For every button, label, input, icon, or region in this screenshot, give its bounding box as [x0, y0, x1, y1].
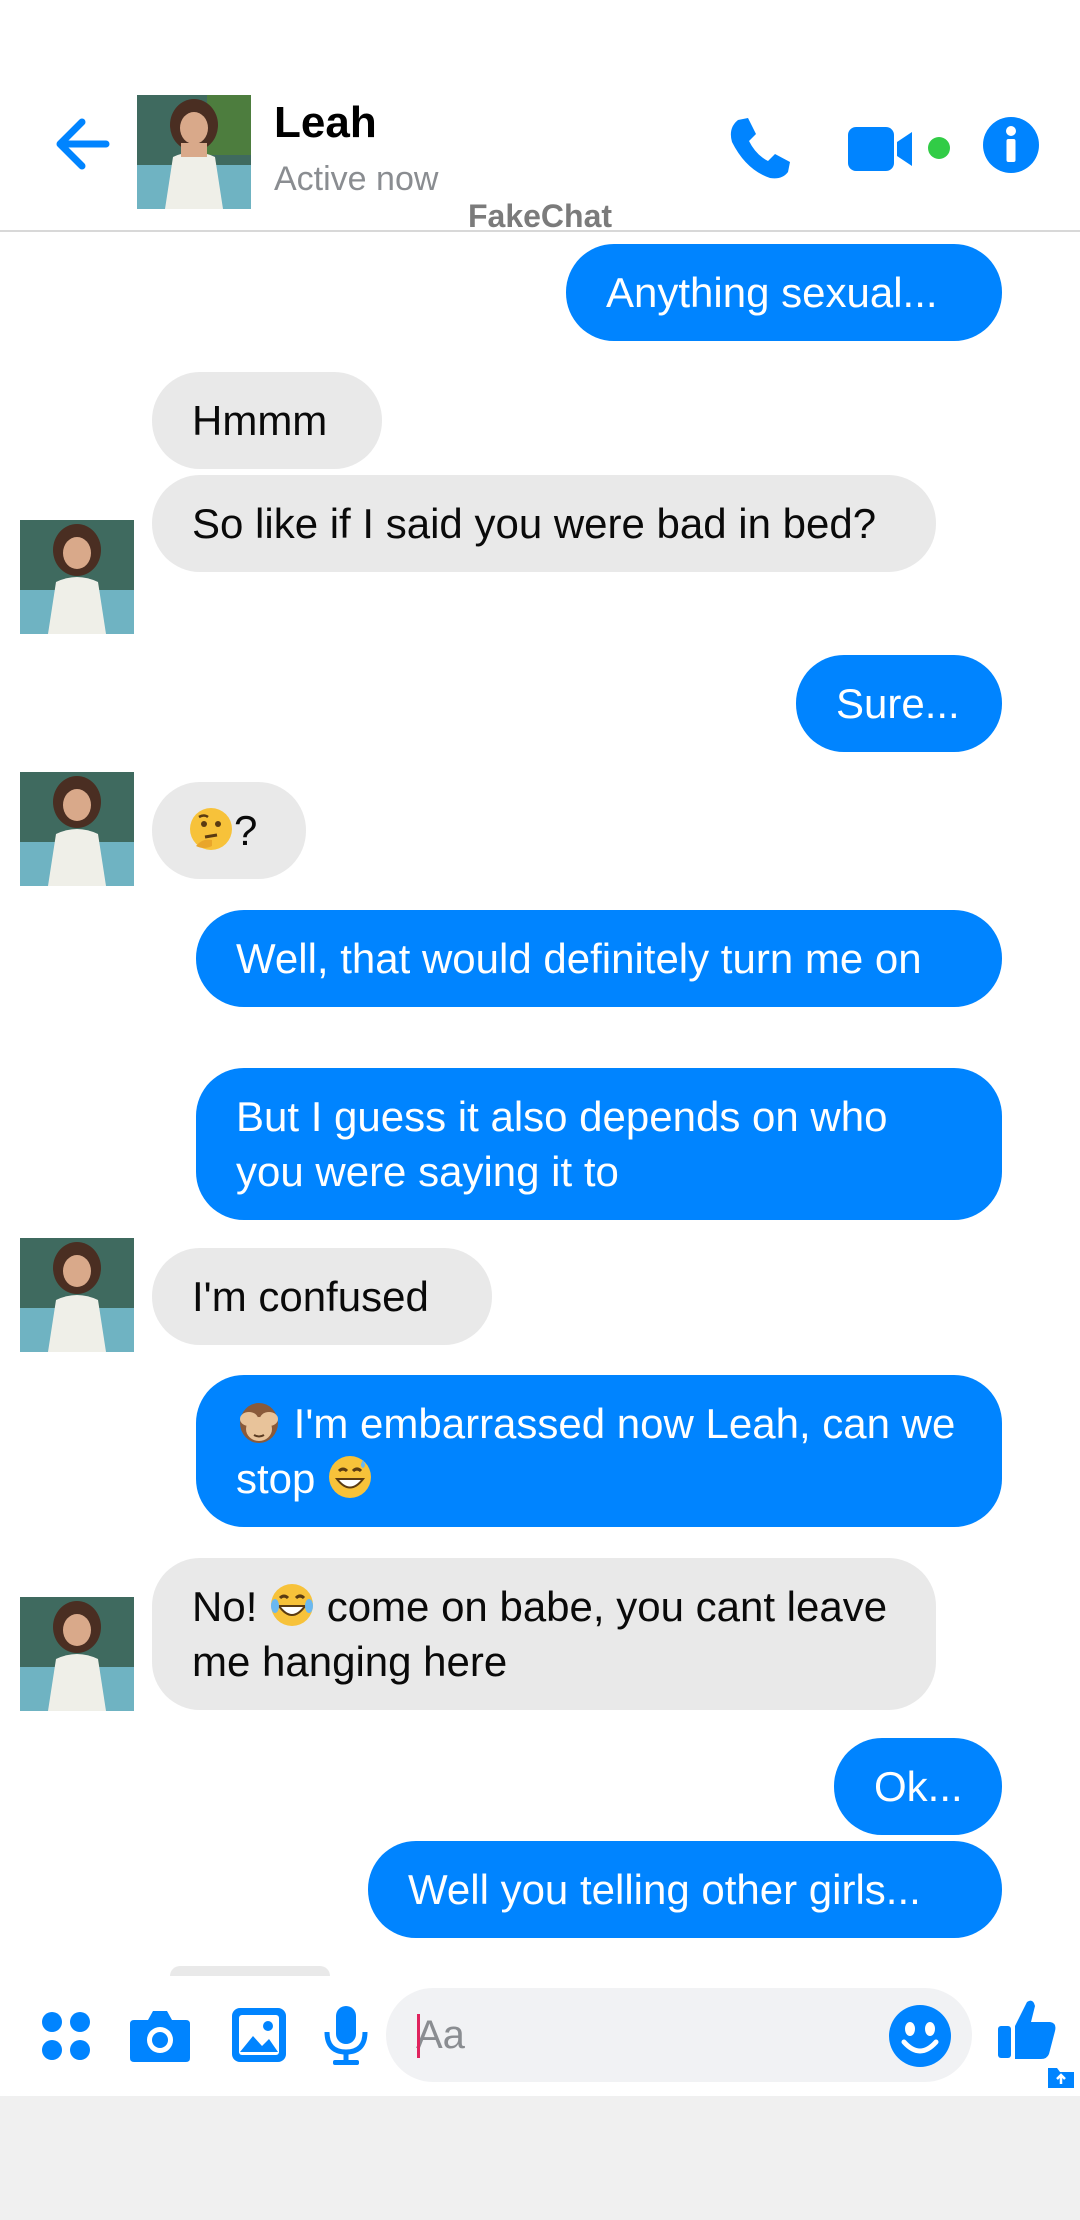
received-message[interactable]: Hmmm — [152, 372, 382, 469]
chat-header: Leah Active now FakeChat — [0, 0, 1080, 234]
received-message[interactable]: ? — [152, 782, 306, 879]
system-navigation-area — [0, 2096, 1080, 2220]
folder-badge-icon — [1048, 2068, 1074, 2088]
message-text: Anything sexual... — [606, 269, 938, 316]
message-text: But I guess it also depends on who you w… — [236, 1093, 888, 1195]
message-text: Well you telling other girls... — [408, 1866, 921, 1913]
message-text: ? — [234, 807, 258, 854]
sent-message[interactable]: Ok... — [834, 1738, 1002, 1835]
message-text: Sure... — [836, 680, 960, 727]
sent-message[interactable]: Anything sexual... — [566, 244, 1002, 341]
sent-message[interactable]: Well, that would definitely turn me on — [196, 910, 1002, 1007]
contact-avatar — [20, 772, 134, 886]
contact-avatar — [20, 1238, 134, 1352]
received-message[interactable]: I'm confused — [152, 1248, 492, 1345]
phone-icon[interactable] — [724, 114, 794, 184]
thinking-face-icon — [190, 808, 232, 850]
contact-avatar[interactable] — [137, 95, 251, 209]
sent-message[interactable]: Well you telling other girls... — [368, 1841, 1002, 1938]
info-icon[interactable] — [982, 116, 1040, 174]
contact-avatar — [20, 1597, 134, 1711]
active-status: Active now — [274, 160, 439, 198]
apps-icon[interactable] — [40, 2010, 92, 2062]
watermark: FakeChat — [467, 198, 613, 234]
contact-name[interactable]: Leah — [274, 98, 377, 148]
received-message[interactable]: No! come on babe, you cant leave me hang… — [152, 1558, 936, 1710]
sent-message[interactable]: I'm embarrassed now Leah, can we stop — [196, 1375, 1002, 1527]
online-dot — [928, 137, 950, 159]
received-message[interactable]: So like if I said you were bad in bed? — [152, 475, 936, 572]
message-text: No! — [192, 1583, 258, 1630]
emoji-icon[interactable] — [888, 2004, 952, 2068]
tears-of-joy-face-icon — [271, 1584, 314, 1626]
message-text: I'm confused — [192, 1273, 429, 1320]
typing-indicator — [170, 1966, 330, 1976]
sent-message[interactable]: Sure... — [796, 655, 1002, 752]
message-input[interactable] — [386, 1988, 972, 2082]
gallery-icon[interactable] — [230, 2006, 288, 2064]
message-composer — [0, 1976, 1080, 2096]
camera-icon[interactable] — [128, 2006, 192, 2064]
sent-message[interactable]: But I guess it also depends on who you w… — [196, 1068, 1002, 1220]
thumbs-up-icon[interactable] — [996, 1996, 1058, 2062]
message-text: Hmmm — [192, 397, 328, 444]
message-text: Well, that would definitely turn me on — [236, 935, 922, 982]
grinning-sweat-face-icon — [329, 1456, 372, 1498]
see-no-evil-monkey-icon — [240, 1403, 278, 1443]
contact-avatar — [20, 520, 134, 634]
text-caret — [417, 2014, 420, 2058]
arrow-left-icon[interactable] — [48, 112, 112, 176]
message-text: So like if I said you were bad in bed? — [192, 500, 877, 547]
microphone-icon[interactable] — [322, 2004, 370, 2068]
message-text: Ok... — [874, 1763, 963, 1810]
video-camera-icon[interactable] — [848, 124, 918, 174]
